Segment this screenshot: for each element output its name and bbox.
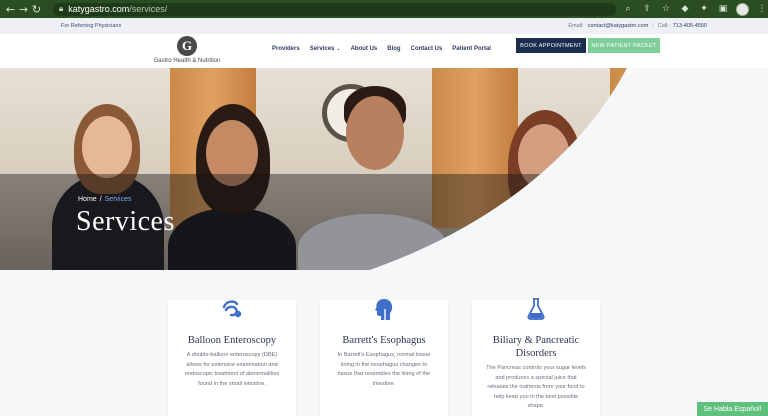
- chevron-down-icon: ⌄: [336, 46, 341, 52]
- back-icon[interactable]: ←: [4, 0, 17, 18]
- nav-blog[interactable]: Blog: [387, 46, 400, 52]
- email-link[interactable]: contact@katygastro.com: [588, 23, 649, 29]
- service-title: Biliary & Pancreatic Disorders: [492, 335, 580, 359]
- nav-services-label: Services: [309, 46, 335, 52]
- main-nav: Providers Services ⌄ About Us Blog Contac…: [272, 46, 491, 52]
- url-host: katygastro.com: [68, 4, 130, 14]
- site-logo[interactable]: G Gastro Health & Nutrition: [148, 36, 226, 66]
- site-header: G Gastro Health & Nutrition Providers Se…: [0, 34, 768, 68]
- logo-mark: G: [177, 36, 197, 56]
- browser-toolbar: ← → ↻ 🔒︎ katygastro.com /services/ ⌕ ⇪ ☆…: [0, 0, 768, 18]
- referring-physicians-link[interactable]: For Referring Physicians: [61, 23, 121, 29]
- address-bar[interactable]: 🔒︎ katygastro.com /services/: [53, 2, 617, 16]
- contact-separator: |: [652, 23, 654, 29]
- new-patient-packet-button[interactable]: NEW PATIENT PACKET: [588, 38, 660, 53]
- email-label: Email:: [568, 23, 584, 29]
- service-description: The Pancreas controls your sugar levels …: [486, 365, 586, 410]
- call-label: Call:: [657, 23, 669, 29]
- extension-icon[interactable]: ◆: [679, 4, 691, 14]
- book-appointment-button[interactable]: BOOK APPOINTMENT: [516, 38, 586, 53]
- balloon-enteroscopy-icon: [222, 300, 242, 318]
- nav-about-us[interactable]: About Us: [351, 46, 378, 52]
- service-title: Barrett's Esophagus: [342, 335, 426, 346]
- page-title: Services: [76, 206, 175, 237]
- nav-services[interactable]: Services ⌄: [310, 46, 341, 52]
- esophagus-head-icon: [375, 299, 393, 320]
- nav-providers[interactable]: Providers: [272, 46, 300, 52]
- zoom-icon[interactable]: ⌕: [622, 4, 634, 14]
- flask-icon: [527, 298, 545, 320]
- star-icon[interactable]: ☆: [660, 4, 672, 14]
- phone-link[interactable]: 713-405-4550: [673, 23, 707, 29]
- service-title: Balloon Enteroscopy: [187, 335, 277, 346]
- service-description: In Barrett's Esophagus, normal tissue li…: [337, 352, 431, 387]
- puzzle-icon[interactable]: ✦: [698, 4, 710, 14]
- service-card[interactable]: Biliary & Pancreatic Disorders The Pancr…: [472, 298, 600, 416]
- breadcrumb: Home / Services: [78, 196, 131, 203]
- service-description: A double-balloon enteroscopy (DBE) allow…: [184, 352, 280, 387]
- profile-icon[interactable]: [736, 2, 750, 16]
- contact-info: Email: contact@katygastro.com | Call: 71…: [568, 23, 707, 29]
- url-path: /services/: [129, 4, 168, 14]
- breadcrumb-current: Services: [104, 196, 132, 203]
- hero-banner: Home / Services Services: [0, 68, 768, 270]
- share-icon[interactable]: ⇪: [641, 4, 653, 14]
- service-card[interactable]: Barrett's Esophagus In Barrett's Esophag…: [320, 299, 448, 416]
- lock-icon[interactable]: 🔒︎: [59, 4, 63, 14]
- nav-contact-us[interactable]: Contact Us: [411, 46, 443, 52]
- logo-text: Gastro Health & Nutrition: [153, 58, 221, 64]
- utility-bar: For Referring Physicians Email: contact@…: [0, 18, 768, 34]
- forward-icon[interactable]: →: [17, 0, 30, 18]
- reload-icon[interactable]: ↻: [30, 0, 43, 18]
- service-card[interactable]: Balloon Enteroscopy A double-balloon ent…: [168, 300, 296, 416]
- spanish-chat-tab[interactable]: Se Habla Español!: [697, 402, 768, 416]
- sidebar-icon[interactable]: ▣: [717, 4, 729, 14]
- breadcrumb-home[interactable]: Home: [78, 196, 97, 203]
- breadcrumb-separator: /: [99, 196, 102, 203]
- nav-patient-portal[interactable]: Patient Portal: [452, 46, 491, 52]
- services-section: Balloon Enteroscopy A double-balloon ent…: [0, 270, 768, 416]
- menu-icon[interactable]: ⋮: [756, 4, 768, 14]
